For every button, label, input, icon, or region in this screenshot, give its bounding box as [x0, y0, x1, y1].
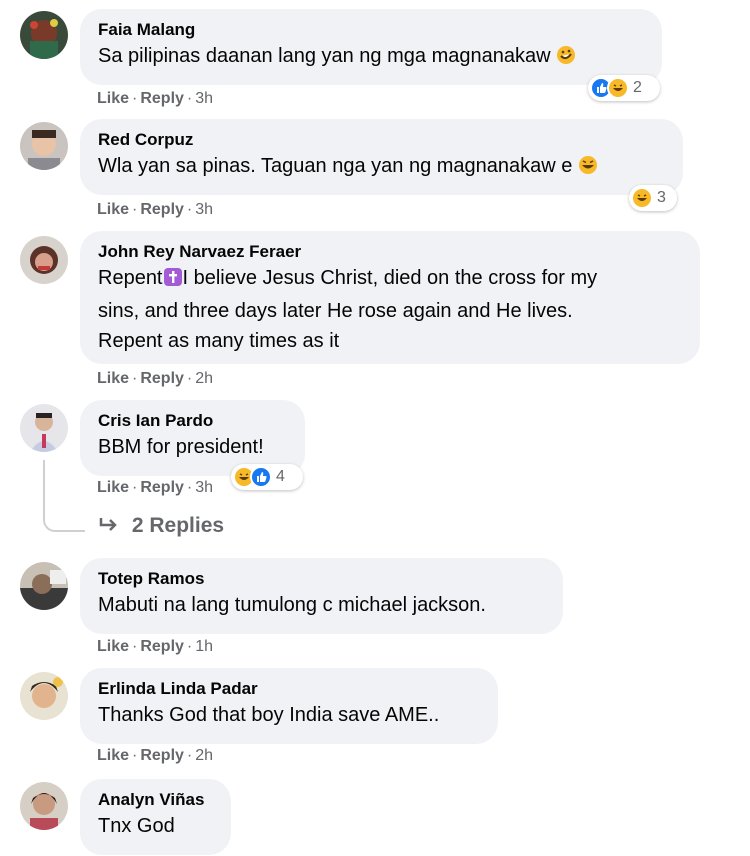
timestamp[interactable]: 2h [195, 747, 213, 764]
timestamp[interactable]: 3h [195, 479, 213, 496]
comment-actions: Like · Reply · 2h [97, 370, 214, 387]
reply-button[interactable]: Reply [140, 638, 184, 655]
laughing-emoji [578, 154, 598, 184]
latin-cross-emoji [163, 266, 183, 296]
reply-arrow-icon [98, 514, 120, 537]
comment-text: Mabuti na lang tumulong c michael jackso… [98, 594, 486, 616]
reply-button[interactable]: Reply [140, 479, 184, 496]
haha-icon [631, 187, 653, 209]
comment-bubble: Faia Malang Sa pilipinas daanan lang yan… [80, 9, 662, 85]
comment-text: BBM for president! [98, 436, 264, 458]
comment-text: Wla yan sa pinas. Taguan nga yan ng magn… [98, 151, 665, 184]
reaction-count: 2 [633, 79, 642, 96]
like-button[interactable]: Like [97, 90, 129, 107]
avatar[interactable] [20, 782, 68, 830]
like-button[interactable]: Like [97, 201, 129, 218]
comment-bubble: Totep Ramos Mabuti na lang tumulong c mi… [80, 558, 563, 634]
reaction-count: 3 [657, 189, 666, 206]
avatar[interactable] [20, 672, 68, 720]
like-icon [250, 466, 272, 488]
commenter-name[interactable]: Totep Ramos [98, 568, 545, 590]
commenter-name[interactable]: Erlinda Linda Padar [98, 678, 480, 700]
comment-actions: Like · Reply · 3h [97, 90, 214, 107]
comment-text: Sa pilipinas daanan lang yan ng mga magn… [98, 41, 644, 74]
reply-button[interactable]: Reply [140, 201, 184, 218]
commenter-name[interactable]: Cris Ian Pardo [98, 410, 287, 432]
haha-icon [607, 77, 629, 99]
reaction-summary[interactable]: 3 [629, 185, 677, 211]
comment-bubble: Analyn Viñas Tnx God [80, 779, 231, 855]
comment-text: Repent I believe Jesus Christ, died on th… [98, 266, 598, 352]
avatar[interactable] [20, 404, 68, 452]
like-button[interactable]: Like [97, 370, 129, 387]
rofl-emoji [556, 44, 576, 74]
commenter-name[interactable]: Faia Malang [98, 19, 644, 41]
comment-bubble: Erlinda Linda Padar Thanks God that boy … [80, 668, 498, 744]
comment-actions: Like · Reply · 1h [97, 638, 214, 655]
reaction-count: 4 [276, 468, 285, 485]
thread-connector [43, 460, 85, 532]
reply-button[interactable]: Reply [140, 370, 184, 387]
comment-actions: Like · Reply · 3h [97, 479, 214, 496]
commenter-name[interactable]: John Rey Narvaez Feraer [98, 241, 682, 263]
avatar[interactable] [20, 122, 68, 170]
comment-bubble: John Rey Narvaez Feraer Repent I believe … [80, 231, 700, 364]
reaction-summary[interactable]: 4 [231, 464, 303, 490]
reply-button[interactable]: Reply [140, 90, 184, 107]
timestamp[interactable]: 3h [195, 201, 213, 218]
commenter-name[interactable]: Red Corpuz [98, 129, 665, 151]
avatar[interactable] [20, 236, 68, 284]
timestamp[interactable]: 3h [195, 90, 213, 107]
commenter-name[interactable]: Analyn Viñas [98, 789, 213, 811]
avatar[interactable] [20, 11, 68, 59]
reaction-summary[interactable]: 2 [588, 75, 660, 101]
avatar[interactable] [20, 562, 68, 610]
like-button[interactable]: Like [97, 747, 129, 764]
comment-text: Thanks God that boy India save AME.. [98, 704, 440, 726]
like-button[interactable]: Like [97, 638, 129, 655]
reply-button[interactable]: Reply [140, 747, 184, 764]
timestamp[interactable]: 2h [195, 370, 213, 387]
comment-text: Tnx God [98, 815, 175, 837]
comment-actions: Like · Reply · 2h [97, 747, 214, 764]
comment-bubble: Red Corpuz Wla yan sa pinas. Taguan nga … [80, 119, 683, 195]
like-button[interactable]: Like [97, 479, 129, 496]
view-replies-link[interactable]: 2 Replies [98, 514, 224, 538]
timestamp[interactable]: 1h [195, 638, 213, 655]
comment-actions: Like · Reply · 3h [97, 201, 214, 218]
